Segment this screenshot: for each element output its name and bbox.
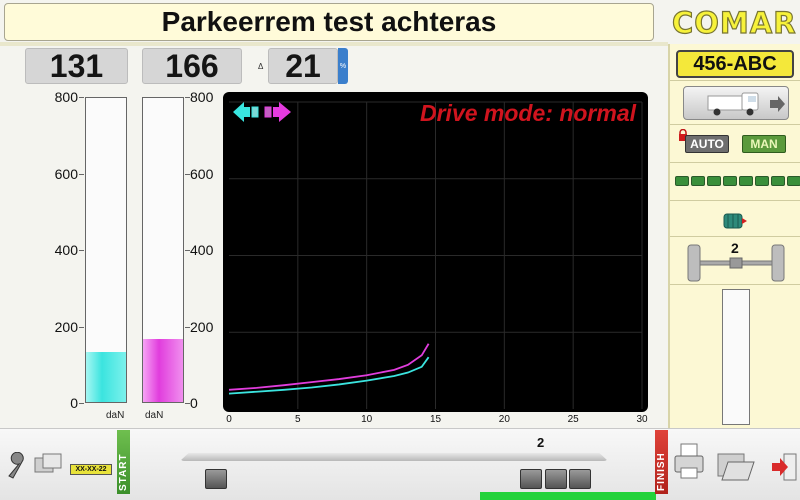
- status-led: [755, 176, 769, 186]
- status-led: [675, 176, 689, 186]
- auto-mode-button[interactable]: AUTO: [685, 135, 729, 153]
- left-gauge-unit: daN: [106, 410, 125, 421]
- exit-icon[interactable]: [770, 452, 798, 482]
- gauge-scale-label: 600: [54, 165, 78, 182]
- gauge-scale-label: 0: [190, 395, 198, 411]
- date-badge[interactable]: XX-XX-22: [70, 464, 112, 475]
- left-force-gauge: [85, 97, 127, 403]
- gauge-tick: [79, 97, 84, 98]
- axle-icon: [687, 244, 785, 282]
- brake-test-button[interactable]: [205, 469, 227, 489]
- x-tick-label: 10: [361, 414, 373, 425]
- percent-toggle-button[interactable]: %: [338, 48, 348, 84]
- divider: [670, 284, 800, 285]
- start-label: START: [118, 453, 129, 491]
- vertical-level-bar: [722, 289, 750, 425]
- right-force-line: [228, 343, 430, 391]
- gauge-tick: [185, 403, 190, 404]
- right-force-value: 166: [142, 48, 242, 84]
- status-led: [739, 176, 753, 186]
- gauge-tick: [185, 173, 190, 175]
- manual-mode-button[interactable]: MAN: [742, 135, 786, 153]
- x-tick-label: 5: [295, 414, 301, 425]
- status-led: [787, 176, 800, 186]
- right-force-gauge: [142, 97, 184, 403]
- weight-button[interactable]: [520, 469, 542, 489]
- gauge-scale-label: 800: [54, 89, 78, 105]
- status-led: [691, 176, 705, 186]
- right-gauge-unit: daN: [145, 410, 164, 421]
- wrench-icon[interactable]: [5, 452, 29, 480]
- status-led-row: [675, 176, 800, 186]
- x-tick-label: 0: [226, 414, 232, 425]
- gauge-tick: [79, 250, 84, 251]
- license-plate[interactable]: 456-ABC: [676, 50, 794, 78]
- x-tick-label: 30: [636, 414, 648, 425]
- gauge-tick: [79, 326, 84, 328]
- vehicle-select-button[interactable]: [683, 86, 789, 120]
- x-tick-label: 20: [498, 414, 510, 425]
- folders-icon[interactable]: [33, 450, 65, 478]
- delta-value: 21: [268, 48, 338, 84]
- gauge-tick: [185, 97, 190, 98]
- comar-logo: COMAR: [671, 5, 797, 40]
- drive-mode-label: Drive mode: normal: [420, 100, 636, 126]
- header-divider: [0, 42, 668, 46]
- page-title: Parkeerrem test achteras: [4, 3, 654, 41]
- folder-open-icon[interactable]: [716, 446, 756, 484]
- gauge-scale-label: 0: [70, 395, 78, 411]
- gauge-scale-label: 600: [190, 165, 214, 182]
- arrow-right-icon[interactable]: [263, 100, 291, 124]
- track-step-number: 2: [537, 435, 545, 450]
- x-tick-label: 25: [567, 414, 579, 425]
- gauge-tick: [79, 173, 84, 175]
- right-panel: 456-ABC AUTO MAN 2: [668, 44, 800, 428]
- roller-button[interactable]: [545, 469, 567, 489]
- motor-icon[interactable]: [720, 210, 752, 232]
- divider: [670, 200, 800, 201]
- gauge-scale-label: 200: [190, 318, 214, 335]
- divider: [670, 162, 800, 163]
- truck-icon: [707, 92, 785, 116]
- gauge-tick: [79, 403, 84, 404]
- status-strip: [480, 492, 656, 500]
- gauge-tick: [185, 250, 190, 251]
- gauge-scale-label: 200: [54, 318, 78, 335]
- status-led: [723, 176, 737, 186]
- gauge-tick: [185, 326, 190, 328]
- gauge-scale-label: 800: [190, 89, 214, 105]
- right-gauge-fill: [143, 338, 183, 402]
- left-force-value: 131: [25, 48, 128, 84]
- handbrake-button[interactable]: [569, 469, 591, 489]
- gauge-scale-label: 400: [54, 242, 78, 258]
- divider: [670, 236, 800, 237]
- status-led: [771, 176, 785, 186]
- divider: [670, 124, 800, 125]
- force-graph: Drive mode: normal: [223, 92, 648, 412]
- left-gauge-fill: [86, 352, 126, 402]
- status-led: [707, 176, 721, 186]
- x-tick-label: 15: [429, 414, 442, 425]
- divider: [670, 80, 800, 81]
- arrow-left-icon[interactable]: [233, 100, 261, 124]
- printer-icon[interactable]: [672, 442, 706, 484]
- graph-plot: [228, 101, 643, 409]
- finish-label: FINISH: [656, 452, 667, 491]
- gauge-scale-label: 400: [190, 242, 214, 258]
- progress-track: [180, 453, 608, 461]
- delta-symbol: Δ: [258, 62, 264, 71]
